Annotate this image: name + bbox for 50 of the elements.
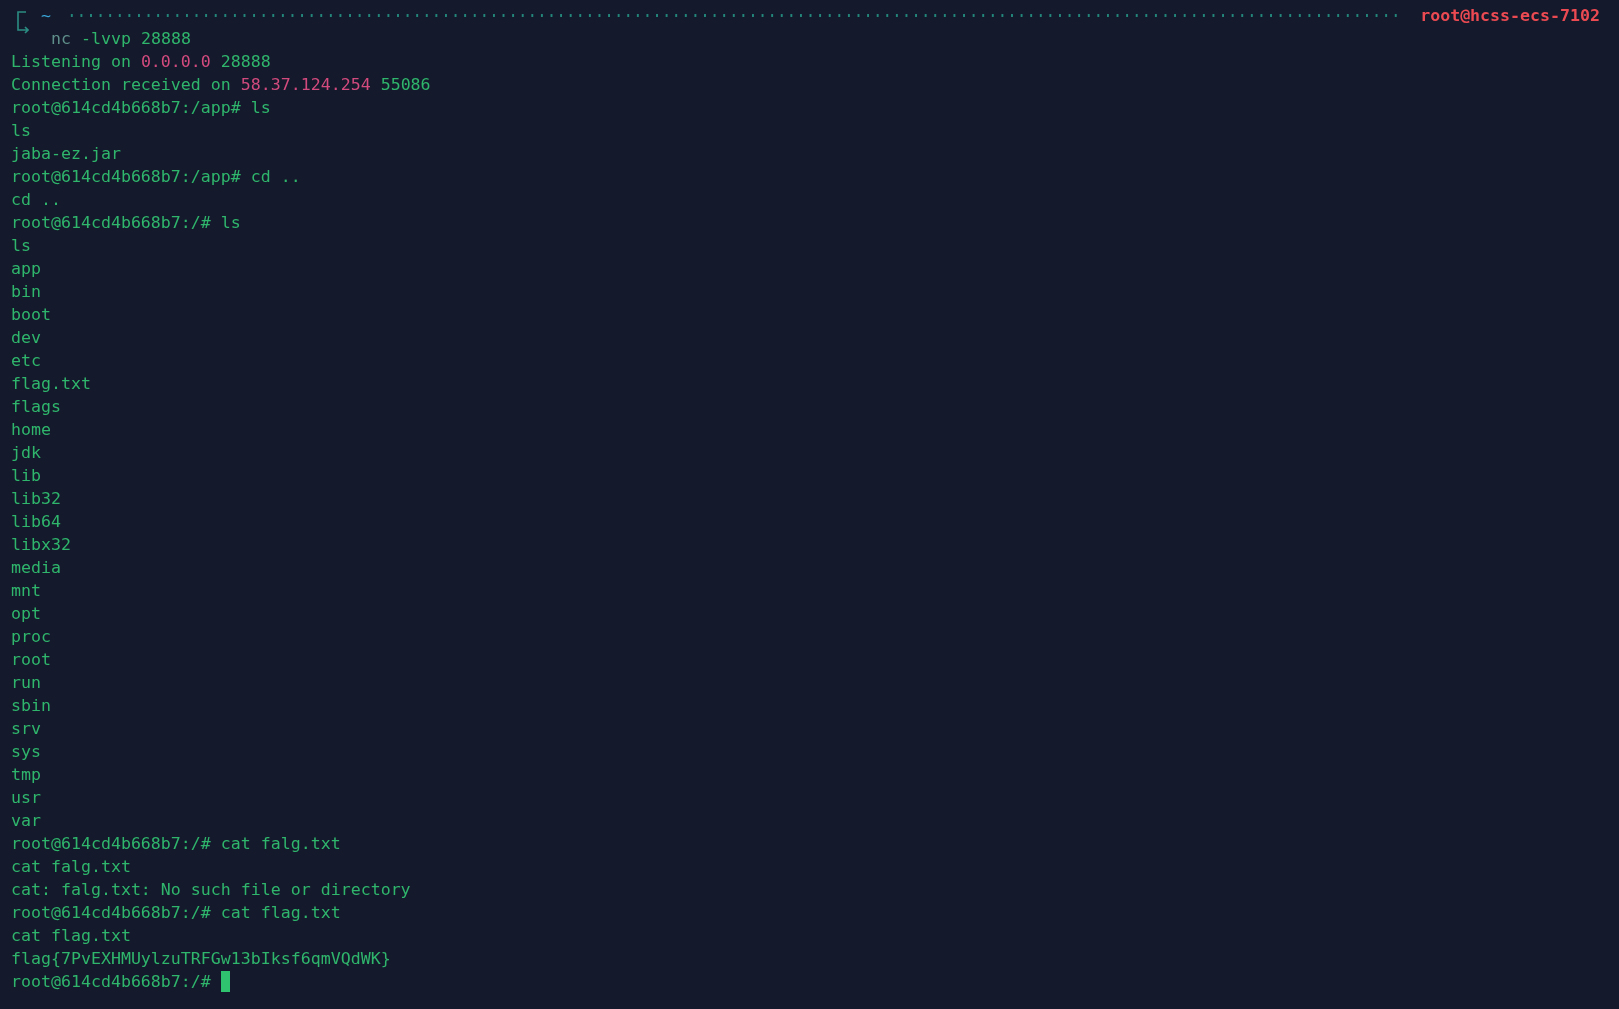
output-line: home	[11, 419, 51, 441]
output-line: root@614cd4b668b7:/# cat falg.txt	[11, 833, 341, 855]
output-line: srv	[11, 718, 41, 740]
output-line: sys	[11, 741, 41, 763]
output-line: libx32	[11, 534, 71, 556]
output-line: flag.txt	[11, 373, 91, 395]
command-name: nc	[51, 29, 71, 48]
prompt-path: ~	[41, 6, 51, 25]
output-line: ls	[11, 235, 31, 257]
output-line: mnt	[11, 580, 41, 602]
output-line: lib32	[11, 488, 61, 510]
output-line: flags	[11, 396, 61, 418]
output-line: proc	[11, 626, 51, 648]
output-line: app	[11, 258, 41, 280]
output-line: cat falg.txt	[11, 856, 131, 878]
output-line: jdk	[11, 442, 41, 464]
output-line: root@614cd4b668b7:/#	[11, 971, 212, 993]
output-line: cd ..	[11, 189, 61, 211]
output-line: tmp	[11, 764, 41, 786]
output-line: sbin	[11, 695, 51, 717]
output-line: root	[11, 649, 51, 671]
output-line: lib64	[11, 511, 61, 533]
output-line: dev	[11, 327, 41, 349]
output-line: etc	[11, 350, 41, 372]
output-line: root@614cd4b668b7:/# ls	[11, 212, 241, 234]
output-line: lib	[11, 465, 41, 487]
output-line: root@614cd4b668b7:/app# cd ..	[11, 166, 301, 188]
output-text: Listening on	[11, 51, 132, 73]
output-line: root@614cd4b668b7:/app# ls	[11, 97, 271, 119]
output-line: bin	[11, 281, 41, 303]
output-line: cat flag.txt	[11, 925, 131, 947]
prompt-bracket-icon	[17, 11, 29, 34]
output-line: run	[11, 672, 41, 694]
prompt-host: root@hcss-ecs-7102	[1420, 6, 1600, 25]
output-line: boot	[11, 304, 51, 326]
ip-address-text: 0.0.0.0	[140, 51, 211, 73]
ip-address-text: 58.37.124.254	[240, 74, 371, 96]
output-line: opt	[11, 603, 41, 625]
output-text: Connection received on	[11, 74, 232, 96]
output-line: ls	[11, 120, 31, 142]
output-line: usr	[11, 787, 41, 809]
output-text: 55086	[379, 74, 431, 96]
output-line: root@614cd4b668b7:/# cat flag.txt	[11, 902, 341, 924]
output-text: 28888	[219, 51, 271, 73]
output-line: cat: falg.txt: No such file or directory	[11, 879, 411, 901]
command-arguments: -lvvp 28888	[81, 29, 191, 48]
output-line: jaba-ez.jar	[11, 143, 121, 165]
output-line: var	[11, 810, 41, 832]
output-line: flag{7PvEXHMUylzuTRFGw13bIksf6qmVQdWK}	[11, 948, 391, 970]
output-line: media	[11, 557, 61, 579]
